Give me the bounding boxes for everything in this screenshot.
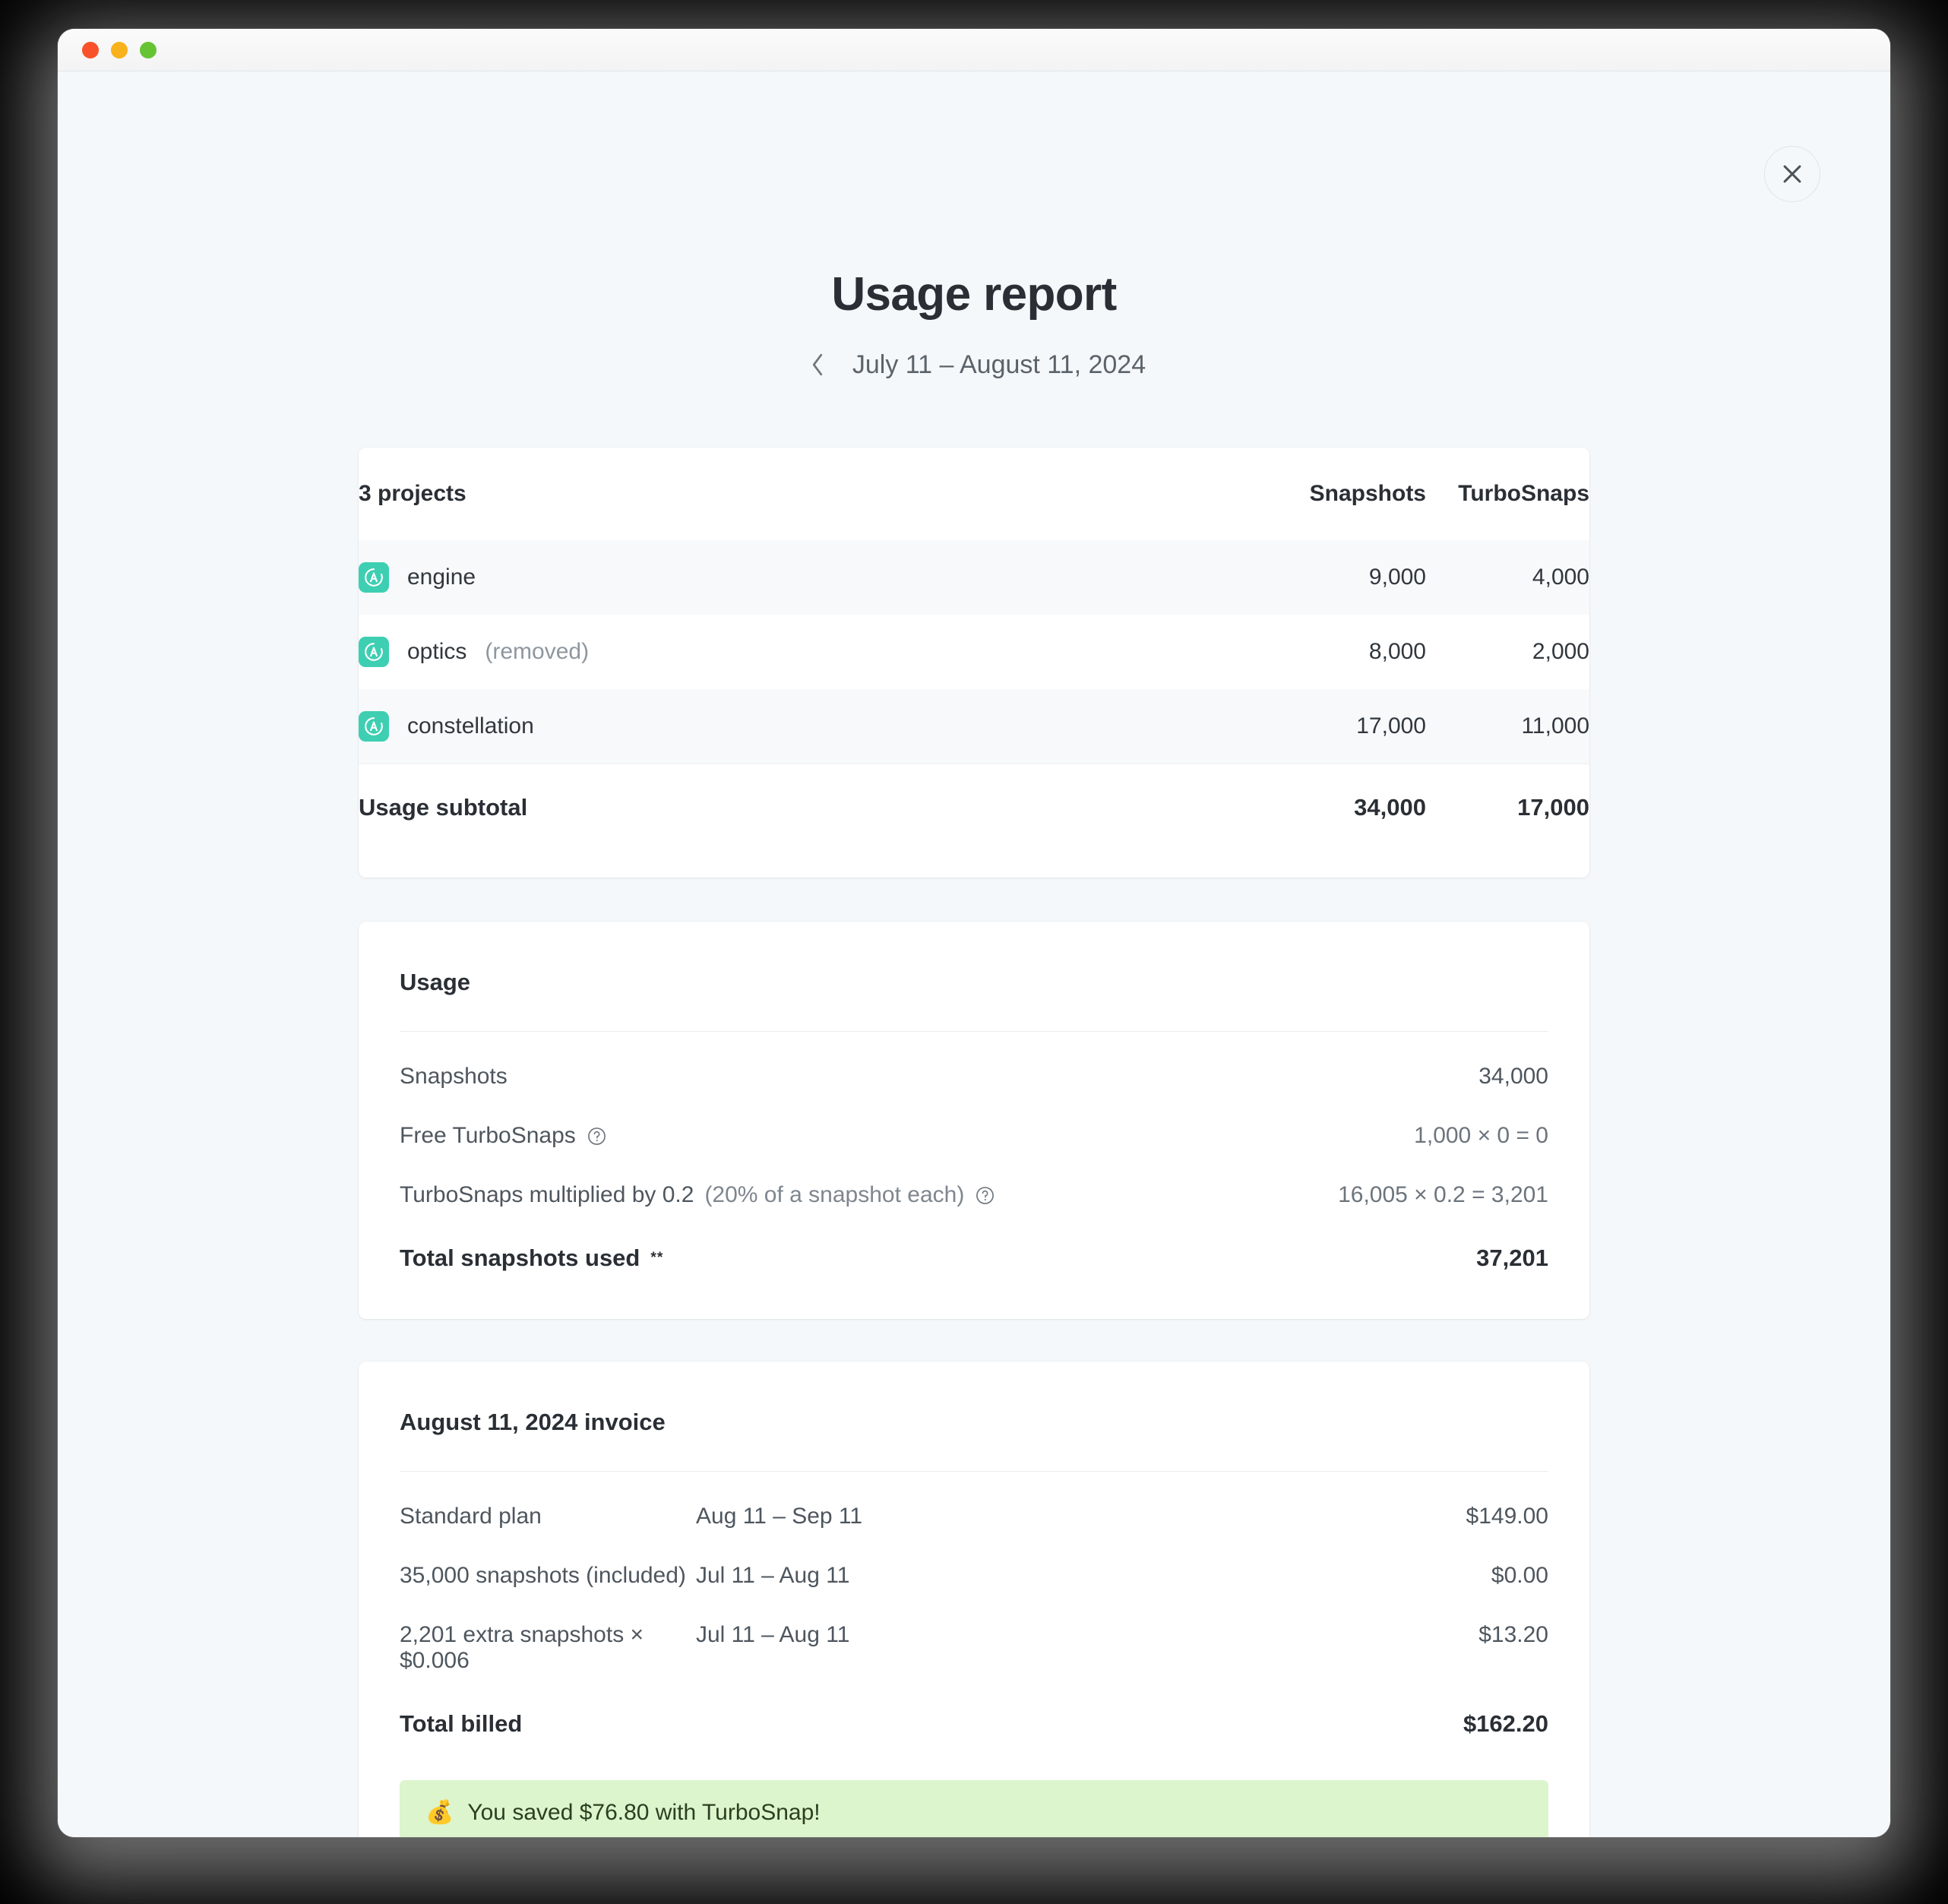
invoice-line-description: 35,000 snapshots (included): [400, 1563, 686, 1588]
usage-section-title: Usage: [400, 969, 471, 995]
invoice-line-description: 2,201 extra snapshots × $0.006: [400, 1622, 644, 1673]
date-range-nav: July 11 – August 11, 2024: [58, 347, 1890, 382]
invoice-line-item: 35,000 snapshots (included) Jul 11 – Aug…: [400, 1546, 1548, 1605]
applitools-glyph-icon: [365, 716, 383, 735]
applitools-project-icon: [359, 637, 389, 667]
window-titlebar: [58, 29, 1890, 71]
invoice-card: August 11, 2024 invoice Standard plan Au…: [359, 1362, 1589, 1837]
question-circle-icon: [976, 1186, 995, 1204]
invoice-line-period: Jul 11 – Aug 11: [696, 1622, 850, 1647]
projects-table-header-row: 3 projects Snapshots TurboSnaps: [359, 448, 1589, 540]
usage-row-note: (20% of a snapshot each): [704, 1182, 965, 1207]
previous-period-button[interactable]: [802, 347, 833, 382]
usage-rows: Snapshots 34,000 Free TurboSnaps 1,000 ×…: [359, 1032, 1589, 1319]
project-turbosnaps-value: 2,000: [1532, 639, 1589, 664]
invoice-line-item: Standard plan Aug 11 – Sep 11 $149.00: [400, 1472, 1548, 1546]
invoice-line-item: 2,201 extra snapshots × $0.006 Jul 11 – …: [400, 1605, 1548, 1691]
table-row[interactable]: optics (removed) 8,000 2,000: [359, 615, 1589, 689]
project-name: engine: [407, 565, 476, 590]
savings-banner-text: You saved $76.80 with TurboSnap!: [467, 1800, 821, 1825]
money-bag-icon: 💰: [425, 1800, 454, 1825]
footnote-marker: **: [650, 1250, 664, 1266]
usage-row-free-turbosnaps: Free TurboSnaps 1,000 × 0 = 0: [400, 1106, 1548, 1165]
usage-row-label: Free TurboSnaps: [400, 1123, 576, 1148]
invoice-line-period: Jul 11 – Aug 11: [696, 1563, 850, 1588]
project-snapshots-value: 8,000: [1368, 639, 1426, 664]
invoice-section-title: August 11, 2024 invoice: [400, 1409, 666, 1435]
usage-subtotal-row: Usage subtotal 34,000 17,000: [359, 763, 1589, 852]
usage-row-label: TurboSnaps multiplied by 0.2: [400, 1182, 694, 1207]
projects-card-spacer: [359, 852, 1589, 878]
close-icon: [1783, 165, 1801, 183]
usage-subtotal-label: Usage subtotal: [359, 763, 1221, 852]
help-icon[interactable]: [587, 1126, 607, 1147]
project-turbosnaps-value: 11,000: [1426, 689, 1589, 764]
total-snapshots-used-row: Total snapshots used ** 37,201: [400, 1225, 1548, 1319]
chevron-left-icon: [812, 353, 823, 376]
project-removed-tag: (removed): [485, 639, 590, 664]
page-header: Usage report July 11 – August 11, 2024: [58, 71, 1890, 382]
project-name: optics: [407, 639, 467, 664]
total-billed-row: Total billed $162.20: [400, 1691, 1548, 1754]
date-range-label: July 11 – August 11, 2024: [852, 349, 1146, 379]
project-turbosnaps-value: 4,000: [1426, 540, 1589, 615]
project-name: constellation: [407, 713, 534, 739]
usage-row-turbosnaps-multiplier: TurboSnaps multiplied by 0.2 (20% of a s…: [400, 1165, 1548, 1225]
column-header-projects: 3 projects: [359, 448, 1221, 540]
invoice-line-period: Aug 11 – Sep 11: [696, 1504, 863, 1529]
projects-card: 3 projects Snapshots TurboSnaps engine 9…: [359, 448, 1589, 878]
invoice-rows: Standard plan Aug 11 – Sep 11 $149.00 35…: [359, 1472, 1589, 1754]
column-header-turbosnaps: TurboSnaps: [1426, 448, 1589, 540]
total-snapshots-used-label: Total snapshots used: [400, 1245, 640, 1271]
table-row[interactable]: constellation 17,000 11,000: [359, 689, 1589, 764]
window-maximize-light[interactable]: [140, 41, 157, 59]
total-billed-label: Total billed: [400, 1710, 523, 1737]
invoice-line-description: Standard plan: [400, 1504, 542, 1529]
usage-card: Usage Snapshots 34,000 Free TurboSnaps 1…: [359, 922, 1589, 1319]
usage-subtotal-turbosnaps: 17,000: [1426, 763, 1589, 852]
usage-row-value: 16,005 × 0.2 = 3,201: [1338, 1182, 1548, 1207]
usage-row-value: 1,000 × 0 = 0: [1414, 1123, 1548, 1148]
project-snapshots-value: 9,000: [1221, 540, 1426, 615]
window-close-light[interactable]: [82, 41, 99, 59]
project-snapshots-value: 17,000: [1221, 689, 1426, 764]
applitools-project-icon: [359, 562, 389, 593]
usage-row-value: 34,000: [1478, 1064, 1548, 1089]
usage-subtotal-snapshots: 34,000: [1221, 763, 1426, 852]
applitools-glyph-icon: [365, 643, 383, 661]
window-minimize-light[interactable]: [111, 41, 128, 59]
projects-table: 3 projects Snapshots TurboSnaps engine 9…: [359, 448, 1589, 852]
usage-report-page: Usage report July 11 – August 11, 2024 3…: [58, 71, 1890, 1837]
invoice-line-amount: $0.00: [1491, 1563, 1548, 1588]
close-modal-button[interactable]: [1764, 146, 1820, 202]
help-icon[interactable]: [975, 1185, 995, 1206]
invoice-line-amount: $13.20: [1478, 1622, 1548, 1647]
savings-banner: 💰 You saved $76.80 with TurboSnap!: [400, 1780, 1548, 1837]
applitools-glyph-icon: [365, 568, 383, 587]
table-row[interactable]: engine 9,000 4,000: [359, 540, 1589, 615]
usage-row-snapshots: Snapshots 34,000: [400, 1032, 1548, 1106]
page-title: Usage report: [831, 268, 1117, 321]
app-window: Usage report July 11 – August 11, 2024 3…: [58, 29, 1890, 1837]
total-snapshots-used-value: 37,201: [1476, 1245, 1548, 1271]
invoice-line-amount: $149.00: [1466, 1504, 1548, 1529]
total-billed-amount: $162.20: [1463, 1710, 1548, 1737]
column-header-snapshots: Snapshots: [1221, 448, 1426, 540]
question-circle-icon: [587, 1127, 606, 1145]
applitools-project-icon: [359, 710, 389, 742]
usage-row-label: Snapshots: [400, 1064, 508, 1089]
